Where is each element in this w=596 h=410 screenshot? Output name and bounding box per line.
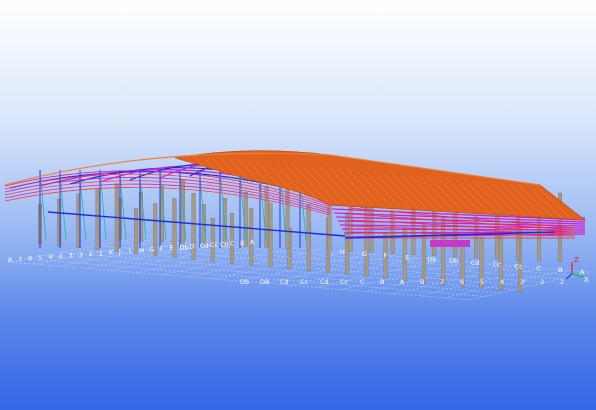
grid-label: Cc (300, 278, 309, 286)
grid-label: Cc (493, 261, 502, 269)
grid-label: Cc (515, 263, 524, 271)
grid-label: H (340, 248, 345, 256)
grid-label: C (230, 240, 235, 248)
grid-label: B (240, 239, 244, 247)
grid-label: 4 (58, 252, 62, 260)
column (441, 217, 446, 285)
grid-label: 2 (89, 250, 93, 258)
column (229, 212, 234, 264)
column (133, 208, 138, 254)
grid-label: 6 (28, 255, 32, 263)
grid-label: F (159, 245, 163, 253)
grid-label: 5 (480, 278, 484, 286)
purlin (4, 186, 331, 216)
grid-label: B (420, 278, 424, 286)
column (57, 198, 62, 247)
grid-label: A (250, 238, 255, 246)
brace (79, 177, 87, 241)
model-viewport[interactable]: 8 7 6 5 4' 4 3' 3 2 1 K J I H G F E Db D Cd Cc Cb C B A Db DB Cd Cc C… (0, 0, 596, 410)
grid-label: 2 (560, 278, 564, 286)
structural-model-3d[interactable]: 8 7 6 5 4' 4 3' 3 2 1 K J I H G F E Db D Cd Cc Cb C B ADb DB Cd Cc C… (0, 0, 596, 410)
column (345, 212, 350, 275)
grid-label: H (139, 246, 144, 254)
grid-label: 6 (460, 278, 464, 286)
grid-label: A (400, 278, 405, 286)
chord (47, 211, 346, 237)
column (249, 207, 254, 266)
grid-label: Cd (200, 242, 209, 250)
slab (430, 240, 470, 247)
grid-label: 7 (18, 255, 22, 263)
grid-label: Cc (340, 278, 349, 286)
grid-label: 3 (79, 251, 83, 259)
grid-label: E (405, 253, 409, 261)
grid-label: A (580, 268, 585, 276)
grid-label: DB (260, 278, 269, 286)
z-axis-label: Z (574, 256, 579, 264)
grid-label: 7 (440, 278, 444, 286)
axis-triad: Z X (565, 256, 589, 284)
grid-label: Cd (280, 278, 289, 286)
grid-label: J (118, 248, 121, 256)
grid-label: Db (240, 278, 249, 286)
grid-label: F (384, 252, 388, 260)
grid-label: 3' (69, 252, 75, 260)
grid-label: G (149, 246, 154, 254)
grid-label: C (360, 278, 365, 286)
grid-label: Cd (320, 278, 329, 286)
grid-label: C (536, 264, 541, 272)
grid-label: B (558, 266, 562, 274)
grid-label: D (190, 243, 195, 251)
grid-label: Db (427, 255, 436, 263)
column (422, 222, 427, 283)
grid-label: Db (179, 243, 188, 251)
grid-label: Cc (210, 241, 219, 249)
column (306, 204, 311, 250)
grid-label: 4 (500, 278, 504, 286)
grid-label: Cb (220, 240, 229, 248)
grid-label: 4' (48, 253, 54, 261)
grid-label: 3' (520, 278, 526, 286)
column (268, 202, 273, 268)
grid-label: 8 (8, 256, 12, 264)
grid-label: 5 (38, 254, 42, 262)
grid-label: Cd (471, 259, 480, 267)
grid-label: K (109, 249, 114, 257)
column (285, 180, 290, 249)
grid-label: B (380, 278, 384, 286)
grid-label: Db (449, 257, 458, 265)
grid-label: 3 (540, 278, 544, 286)
x-axis-label: X (584, 276, 589, 284)
grid-label: 1 (99, 249, 103, 257)
column (95, 188, 100, 250)
grid-label: I (129, 247, 131, 255)
grid-label: G (362, 250, 367, 258)
grid-line (161, 247, 297, 275)
grid-label: E (169, 244, 173, 252)
